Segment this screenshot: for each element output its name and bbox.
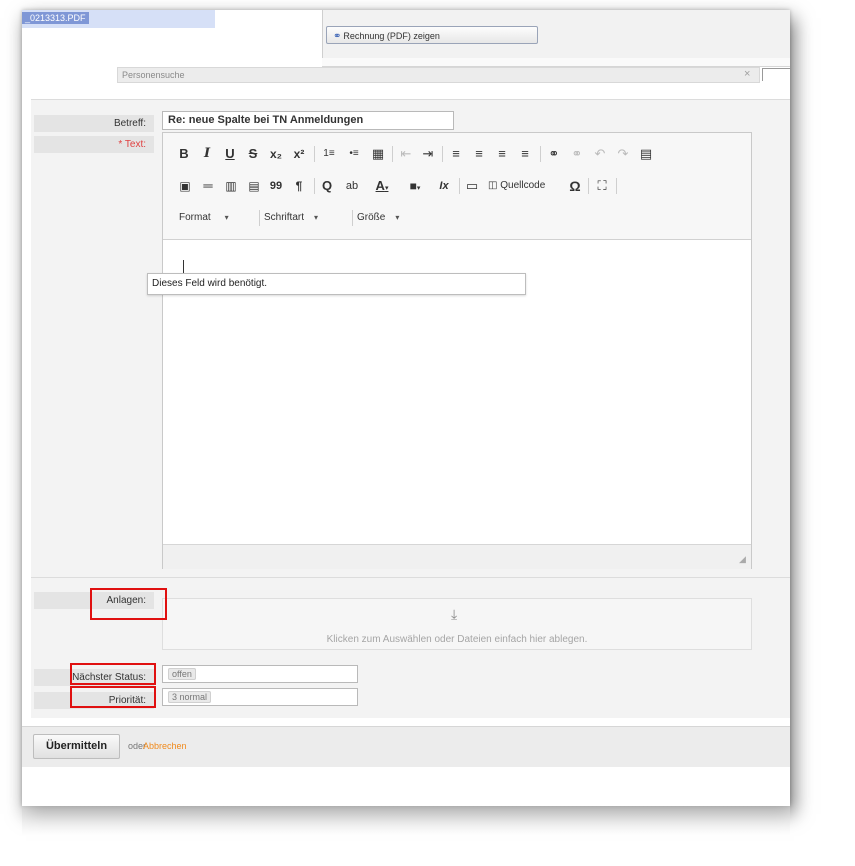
chevron-down-icon: ▾: [416, 185, 421, 192]
screenshot-frame: _0213313.PDF ⚭ Rechnung (PDF) zeigen Pers…: [22, 10, 790, 806]
blockquote-icon[interactable]: 99: [267, 177, 285, 195]
selected-file-name[interactable]: _0213313.PDF: [22, 12, 89, 24]
chevron-down-icon: ▾: [395, 213, 400, 222]
shadow: [22, 806, 790, 836]
priority-value: 3 normal: [168, 691, 212, 703]
anchor-icon[interactable]: ▤: [637, 145, 655, 163]
italic-button[interactable]: I: [200, 145, 214, 163]
source-code-button[interactable]: ◫ Quellcode: [488, 177, 560, 195]
source-code-label: Quellcode: [500, 180, 546, 191]
status-value: offen: [168, 668, 196, 680]
toolbar-separator: [588, 178, 589, 194]
cancel-link[interactable]: Abbrechen: [143, 741, 187, 751]
upload-icon: ⤓: [451, 606, 458, 622]
highlight-box-status: [70, 663, 156, 685]
link-icon[interactable]: ⚭: [545, 145, 563, 163]
source-icon: ◫: [488, 180, 498, 191]
chevron-down-icon: ▾: [314, 213, 319, 222]
bullet-list-button[interactable]: •≡: [344, 145, 364, 163]
text-color-icon[interactable]: A▾: [370, 177, 394, 195]
image-icon[interactable]: ▣: [177, 177, 193, 195]
close-icon[interactable]: ×: [744, 68, 750, 80]
show-blocks-icon[interactable]: ¶: [290, 177, 308, 195]
paste-word-icon[interactable]: ▤: [246, 177, 262, 195]
text-cursor: [183, 260, 184, 273]
editor-toolbar: B I U S x₂ x² 1≡ •≡ ▦ ⇤ ⇥ ≡ ≡ ≡ ≡ ⚭ ⚭ ↶ …: [163, 133, 751, 240]
person-search-title: Personensuche: [122, 70, 185, 80]
subscript-button[interactable]: x₂: [267, 145, 285, 163]
show-invoice-pdf-button[interactable]: ⚭ Rechnung (PDF) zeigen: [326, 26, 538, 44]
align-right-button[interactable]: ≡: [493, 145, 511, 163]
toolbar-separator: [392, 146, 393, 162]
highlight-box-priority: [70, 686, 156, 708]
bold-button[interactable]: B: [177, 145, 191, 163]
align-center-button[interactable]: ≡: [470, 145, 488, 163]
panel-edge: [762, 68, 790, 81]
resize-grip-icon[interactable]: ◢: [739, 554, 746, 565]
background-color-glyph: ■: [409, 179, 417, 193]
undo-icon[interactable]: ↶: [591, 145, 609, 163]
format-dropdown[interactable]: Format ▾: [179, 209, 257, 227]
size-label: Größe: [357, 212, 386, 223]
replace-icon[interactable]: ab: [343, 177, 361, 195]
text-label: * Text:: [34, 136, 154, 153]
toolbar-separator: [442, 146, 443, 162]
required-field-tooltip: Dieses Feld wird benötigt.: [147, 273, 526, 295]
background-color-icon[interactable]: ■▾: [403, 177, 427, 195]
toolbar-separator: [259, 210, 260, 226]
editor-status-bar: [163, 544, 751, 569]
table-button[interactable]: ▦: [369, 145, 387, 163]
size-dropdown[interactable]: Größe ▾: [357, 209, 417, 227]
toolbar-separator: [616, 178, 617, 194]
templates-icon[interactable]: ▭: [464, 177, 480, 195]
toolbar-separator: [314, 146, 315, 162]
link-icon: ⚭: [333, 31, 342, 42]
toolbar-separator: [540, 146, 541, 162]
outdent-button[interactable]: ⇤: [397, 145, 415, 163]
strikethrough-button[interactable]: S: [246, 145, 260, 163]
numbered-list-button[interactable]: 1≡: [319, 145, 339, 163]
special-char-icon[interactable]: Ω: [567, 177, 583, 195]
font-dropdown[interactable]: Schriftart ▾: [264, 209, 352, 227]
highlight-box-attachments: [90, 588, 167, 620]
maximize-icon[interactable]: ⛶: [593, 177, 611, 195]
priority-select[interactable]: 3 normal: [162, 688, 358, 706]
next-status-select[interactable]: offen: [162, 665, 358, 683]
chevron-down-icon: ▾: [224, 213, 229, 222]
panel-strip: [322, 58, 790, 67]
toolbar-separator: [459, 178, 460, 194]
font-label: Schriftart: [264, 212, 305, 223]
remove-format-icon[interactable]: Ix: [435, 177, 453, 195]
subject-input[interactable]: Re: neue Spalte bei TN Anmeldungen: [162, 111, 454, 130]
person-search-bar[interactable]: [117, 67, 760, 83]
submit-button[interactable]: Übermitteln: [33, 734, 120, 759]
redo-icon[interactable]: ↷: [614, 145, 632, 163]
subject-label: Betreff:: [34, 115, 154, 132]
text-color-glyph: A: [375, 178, 385, 193]
align-left-button[interactable]: ≡: [447, 145, 465, 163]
chevron-down-icon: ▾: [384, 185, 389, 192]
pdf-button-label: Rechnung (PDF) zeigen: [343, 31, 440, 41]
toolbar-separator: [314, 178, 315, 194]
format-label: Format: [179, 212, 211, 223]
toolbar-separator: [352, 210, 353, 226]
indent-button[interactable]: ⇥: [419, 145, 437, 163]
justify-button[interactable]: ≡: [516, 145, 534, 163]
unlink-icon[interactable]: ⚭: [568, 145, 586, 163]
paste-text-icon[interactable]: ▥: [223, 177, 239, 195]
dropzone-hint: Klicken zum Auswählen oder Dateien einfa…: [326, 634, 588, 645]
underline-button[interactable]: U: [223, 145, 237, 163]
find-icon[interactable]: Q: [319, 177, 335, 195]
horizontal-line-icon[interactable]: ═: [200, 177, 216, 195]
superscript-button[interactable]: x²: [290, 145, 308, 163]
